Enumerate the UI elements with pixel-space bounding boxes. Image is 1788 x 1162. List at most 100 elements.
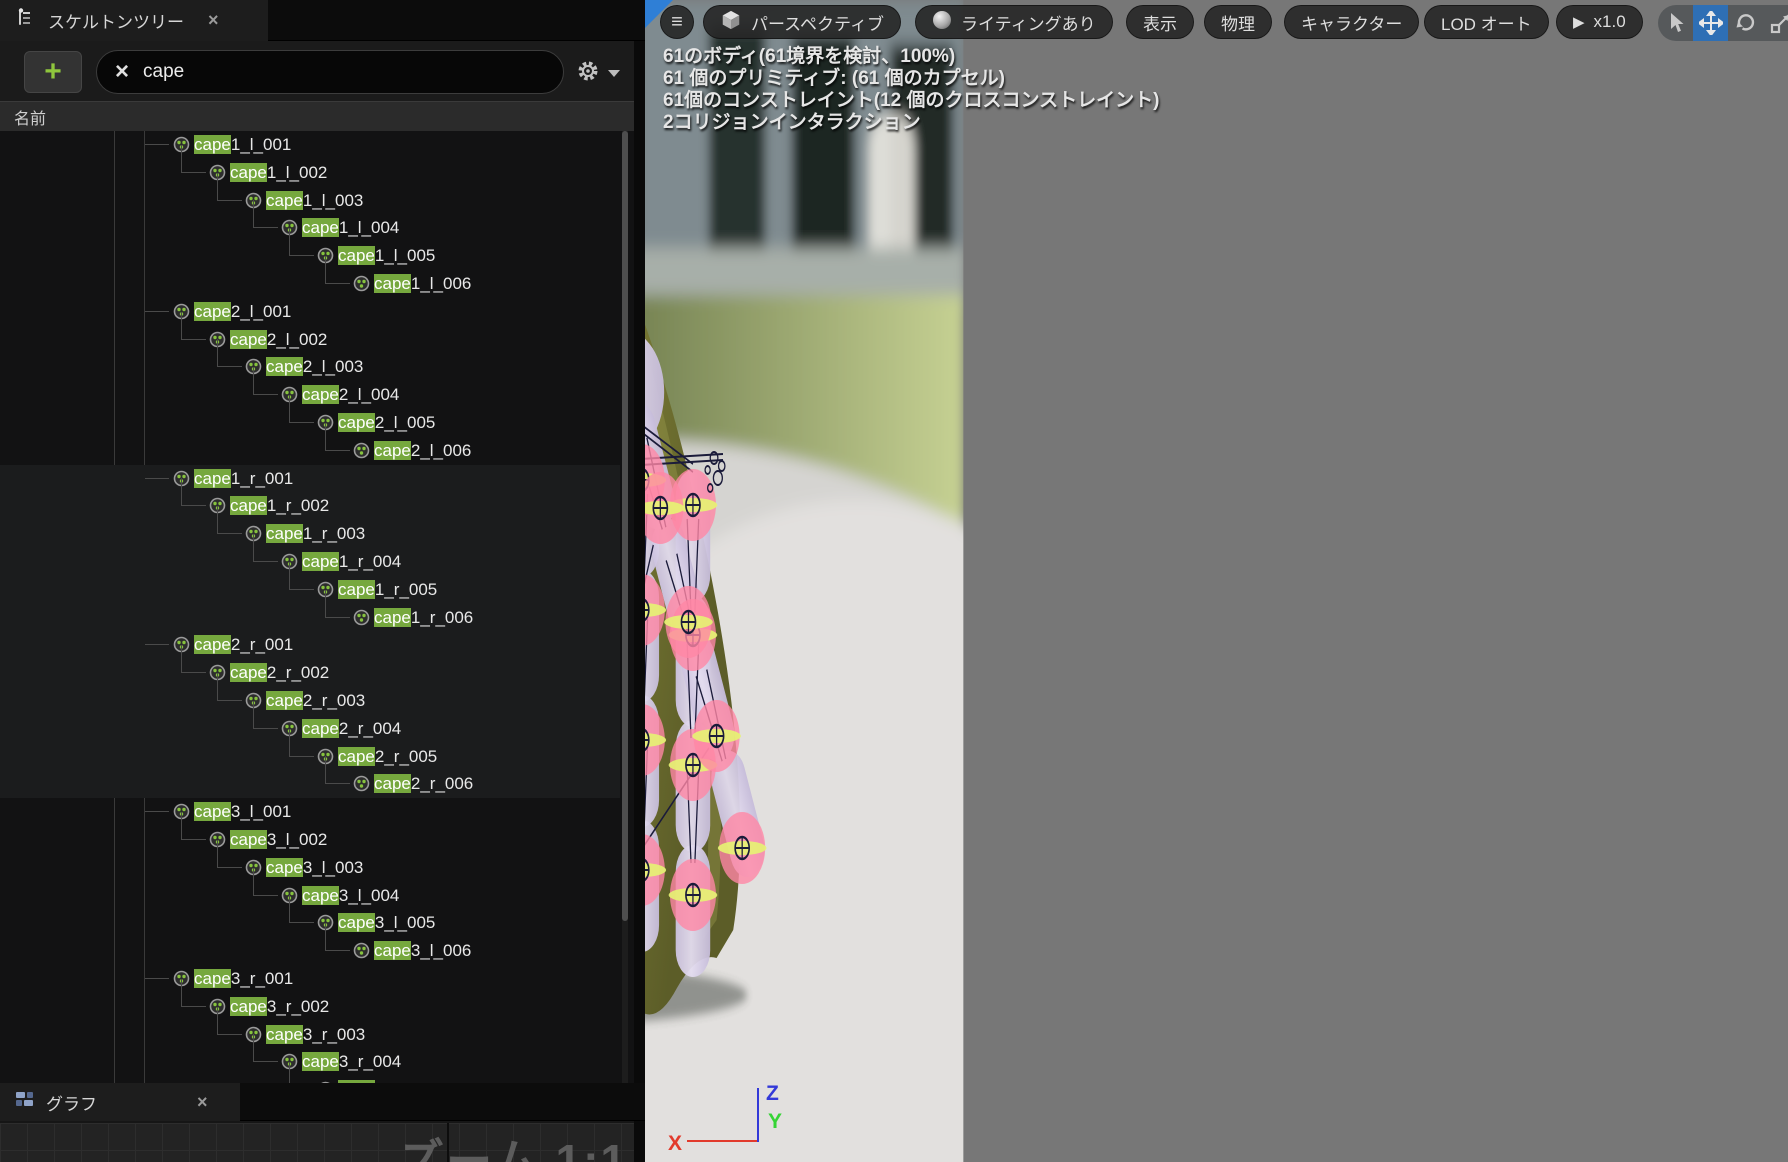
tree-row[interactable]: cape1_r_004 <box>0 534 620 576</box>
tree-row[interactable]: cape1_l_001 <box>0 131 620 159</box>
tree-row[interactable]: cape2_r_004 <box>0 700 620 743</box>
viewport-menu-button[interactable]: ≡ <box>660 5 694 39</box>
tree-row[interactable]: cape1_r_001 <box>0 464 620 493</box>
tree-row[interactable]: cape3_l_004 <box>0 867 620 910</box>
close-icon[interactable]: × <box>197 1092 208 1113</box>
bone-name: cape3_l_005 <box>338 913 436 933</box>
tree-row[interactable]: cape1_l_004 <box>0 200 620 242</box>
tree-row[interactable]: cape2_r_006 <box>0 756 620 799</box>
tree-row[interactable]: cape2_l_006 <box>0 422 620 465</box>
add-button[interactable]: + <box>24 51 82 93</box>
bone-name: cape3_r_001 <box>194 969 294 988</box>
bone-name: cape2_l_004 <box>302 385 400 405</box>
zoom-watermark: ズーム 1:1 <box>398 1135 628 1162</box>
bone-name: cape3_l_006 <box>374 941 472 961</box>
lod-button[interactable]: LOD オート <box>1424 5 1549 39</box>
tree-row[interactable]: cape2_l_002 <box>0 311 620 354</box>
tree-row[interactable]: cape2_l_003 <box>0 339 620 381</box>
tree-row[interactable]: cape1_r_006 <box>0 589 620 632</box>
graph-canvas[interactable]: ズーム 1:1 <box>0 1121 634 1162</box>
bone-name: cape1_r_006 <box>374 607 474 627</box>
show-button[interactable]: 表示 <box>1126 5 1194 39</box>
column-header-name: 名前 <box>0 101 634 131</box>
tree-row[interactable]: cape1_r_005 <box>0 561 620 604</box>
bone-name: cape1_r_001 <box>194 468 294 488</box>
tree-row[interactable]: cape1_l_003 <box>0 172 620 215</box>
tree-row[interactable]: cape3_r_002 <box>0 978 620 1021</box>
scale-tool-button[interactable] <box>1763 5 1788 41</box>
graph-icon <box>16 1091 36 1113</box>
tree-row[interactable]: cape3_r_003 <box>0 1006 620 1049</box>
tree-scrollbar[interactable] <box>622 131 628 1083</box>
search-field[interactable]: × <box>96 50 564 94</box>
tree-row[interactable]: cape2_r_005 <box>0 728 620 771</box>
search-input[interactable] <box>143 61 484 83</box>
tree-row[interactable]: cape3_r_004 <box>0 1034 620 1076</box>
play-speed-label: x1.0 <box>1593 12 1626 31</box>
stats-bodies: 61のボディ(61境界を検討、100%) <box>663 46 956 67</box>
tab-graph[interactable]: グラフ × <box>0 1083 240 1121</box>
bone-physics-icon <box>353 275 370 292</box>
perspective-label: パースペクティブ <box>751 14 884 34</box>
tree-row[interactable]: cape3_l_006 <box>0 923 620 965</box>
close-icon[interactable]: × <box>208 10 219 31</box>
lighting-label: ライティングあり <box>961 14 1096 34</box>
bone-name: cape1_l_003 <box>266 190 364 210</box>
cube-icon <box>720 9 742 36</box>
bone-name: cape1_l_001 <box>194 135 292 154</box>
lit-sphere-icon <box>932 10 952 35</box>
tab-skeleton-tree[interactable]: スケルトンツリー × <box>0 0 268 41</box>
tree-row[interactable]: cape3_r_001 <box>0 965 620 993</box>
clear-search-icon[interactable]: × <box>115 60 129 84</box>
tree-row[interactable]: cape2_r_001 <box>0 631 620 660</box>
tree-row[interactable]: cape3_l_001 <box>0 798 620 826</box>
tree-row[interactable]: cape1_r_002 <box>0 478 620 521</box>
select-tool-button[interactable] <box>1658 5 1693 41</box>
tree-row[interactable]: cape2_r_003 <box>0 673 620 715</box>
3d-viewport[interactable]: ≡ パースペクティブ ライティングあり 表示 物理 キャラクター LOD オート… <box>645 0 1788 1162</box>
lighting-button[interactable]: ライティングあり <box>915 5 1113 39</box>
gear-icon[interactable] <box>576 59 600 88</box>
bone-name: cape1_l_002 <box>230 162 328 182</box>
tree-row[interactable]: cape3_l_002 <box>0 812 620 854</box>
bone-name: cape2_l_006 <box>374 440 472 460</box>
tree-row[interactable]: cape2_l_001 <box>0 298 620 326</box>
bone-name: cape1_r_002 <box>230 496 330 516</box>
tab-graph-label: グラフ <box>46 1094 97 1114</box>
tree-row[interactable]: cape3_l_005 <box>0 895 620 937</box>
tree-row[interactable]: cape1_l_006 <box>0 256 620 298</box>
tree-row[interactable]: cape2_r_002 <box>0 645 620 688</box>
play-speed-button[interactable]: ▶ x1.0 <box>1556 5 1643 39</box>
rotate-tool-button[interactable] <box>1728 5 1763 41</box>
z-axis-label: Z <box>766 1082 779 1105</box>
bone-name: cape2_r_005 <box>338 746 438 766</box>
scrollbar-thumb[interactable] <box>622 131 628 921</box>
tree-row[interactable]: cape2_l_005 <box>0 395 620 437</box>
bone-name: cape1_r_005 <box>338 579 438 599</box>
bone-physics-icon <box>353 942 370 959</box>
physics-stats: 61のボディ(61境界を検討、100%) 61 個のプリミティブ: (61 個の… <box>663 46 1159 134</box>
tree-row[interactable]: cape2_l_004 <box>0 367 620 409</box>
tree-toolbar: + × <box>0 41 634 101</box>
tree-row[interactable]: cape1_r_003 <box>0 506 620 549</box>
skeleton-tree-panel: スケルトンツリー × + × 名前 ca <box>0 0 645 1162</box>
tree-row[interactable]: cape3_l_003 <box>0 839 620 882</box>
perspective-button[interactable]: パースペクティブ <box>703 5 901 39</box>
move-tool-button[interactable] <box>1693 5 1728 41</box>
physics-button[interactable]: 物理 <box>1204 5 1272 39</box>
bone-physics-icon <box>353 442 370 459</box>
character-button[interactable]: キャラクター <box>1284 5 1420 39</box>
bone-name: cape3_r_002 <box>230 996 330 1016</box>
bone-name: cape3_l_004 <box>302 885 400 905</box>
y-axis-label: Y <box>768 1110 783 1133</box>
tree-row[interactable]: cape1_l_002 <box>0 144 620 187</box>
x-axis-line <box>687 1140 759 1142</box>
tree-row[interactable]: cape3_r_005 <box>0 1062 620 1083</box>
tree-row[interactable]: cape1_l_005 <box>0 228 620 270</box>
bone-name: cape3_r_003 <box>266 1024 366 1044</box>
axis-gizmo: X Y Z <box>660 1080 790 1160</box>
bone-name: cape3_r_004 <box>302 1052 402 1072</box>
scene-render <box>645 0 964 1162</box>
chevron-down-icon[interactable] <box>608 70 620 77</box>
bone-name: cape2_l_005 <box>338 413 436 432</box>
